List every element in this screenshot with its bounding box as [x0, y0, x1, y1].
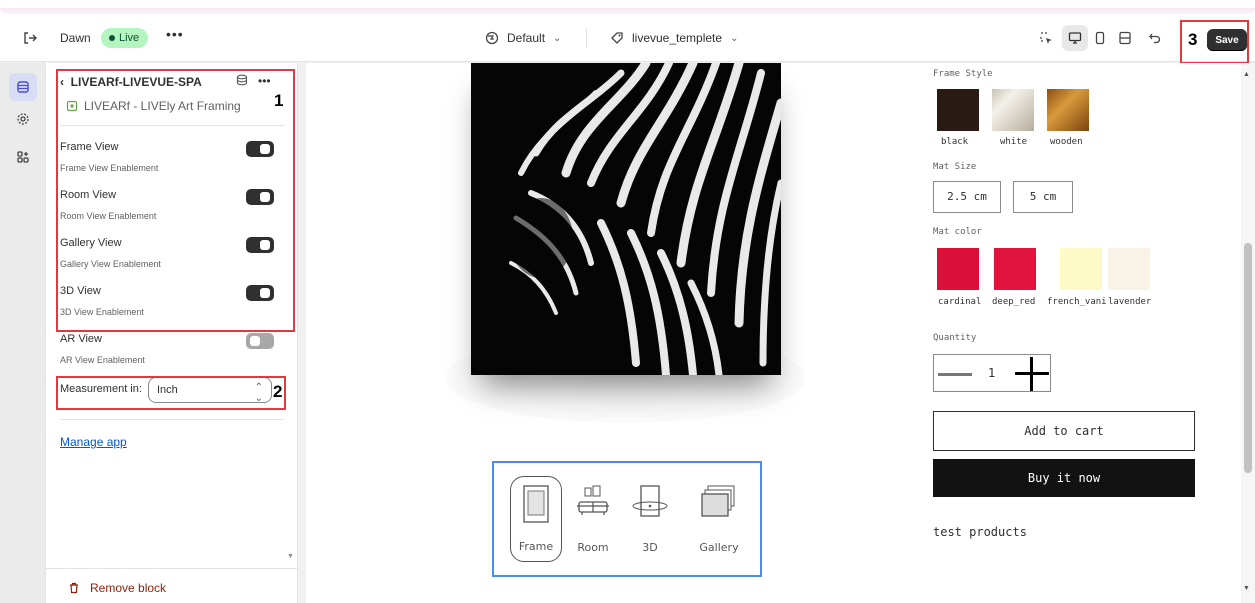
- scroll-down-icon[interactable]: ▼: [287, 553, 294, 560]
- mat-size-option[interactable]: 5 cm: [1013, 181, 1073, 213]
- add-to-cart-button[interactable]: Add to cart: [933, 411, 1195, 451]
- theme-settings-icon[interactable]: [9, 105, 37, 133]
- mat-swatch-label: lavender: [1108, 297, 1152, 307]
- mat-size-label: Mat Size: [933, 162, 977, 172]
- frame-swatch-black[interactable]: [937, 89, 979, 131]
- storefront-preview: Frame Room 3D Gallery Frame Style black …: [306, 63, 1249, 603]
- mat-swatch-label: french_vani: [1047, 297, 1107, 307]
- remove-block-button[interactable]: Remove block: [68, 581, 166, 595]
- apps-icon[interactable]: [9, 143, 37, 171]
- editor-left-rail: [0, 63, 46, 603]
- trash-icon: [70, 582, 78, 594]
- setting-ar-view: AR View AR View Enablement: [60, 333, 284, 381]
- preview-scrollbar[interactable]: ▲ ▼: [1241, 63, 1255, 603]
- ar-view-toggle[interactable]: [246, 333, 274, 349]
- chevron-down-icon: ⌄: [553, 32, 562, 44]
- quantity-stepper: 1: [933, 354, 1051, 392]
- product-artwork-image[interactable]: [471, 63, 781, 375]
- quantity-label: Quantity: [933, 333, 977, 343]
- template-selector[interactable]: livevue_templete ⌄: [610, 31, 738, 45]
- template-label: livevue_templete: [632, 31, 723, 45]
- product-description: test products: [933, 525, 1027, 539]
- annotation-box-1: [56, 69, 295, 332]
- store-name: Dawn: [60, 31, 91, 45]
- editor-topbar: Dawn Live ••• Default ⌄ livevue_templete…: [0, 14, 1255, 62]
- frame-swatch-white[interactable]: [992, 89, 1034, 131]
- view-option-room[interactable]: Room: [570, 476, 616, 562]
- mat-swatch-label: cardinal: [938, 297, 982, 307]
- mat-swatch-label: deep_red: [992, 297, 1036, 307]
- buy-now-button[interactable]: Buy it now: [933, 459, 1195, 497]
- theme-selector[interactable]: Default ⌄: [485, 31, 561, 45]
- desktop-view-icon[interactable]: [1062, 25, 1088, 51]
- mat-swatch-deep-red[interactable]: [994, 248, 1036, 290]
- tag-icon: [611, 32, 623, 44]
- product-options: Frame Style black white wooden Mat Size …: [933, 63, 1203, 603]
- frame-swatch-label: wooden: [1050, 137, 1083, 147]
- frame-style-label: Frame Style: [933, 69, 993, 79]
- annotation-number-1: 1: [274, 91, 284, 110]
- globe-icon: [485, 31, 499, 45]
- undo-icon[interactable]: [1145, 28, 1165, 48]
- top-strip: [0, 0, 1255, 14]
- annotation-number-2: 2: [273, 382, 283, 401]
- frame-swatch-label: black: [941, 137, 969, 147]
- frame-swatch-label: white: [1000, 137, 1028, 147]
- frame-swatch-wooden[interactable]: [1047, 89, 1089, 131]
- theme-label: Default: [507, 31, 546, 45]
- sections-icon[interactable]: [9, 73, 37, 101]
- gallery-view-icon: [701, 485, 735, 517]
- view-option-3d[interactable]: 3D: [628, 476, 672, 562]
- mat-color-label: Mat color: [933, 227, 982, 237]
- view-option-frame[interactable]: Frame: [510, 476, 562, 562]
- decrease-quantity-button[interactable]: [938, 373, 972, 376]
- divider: [46, 568, 298, 569]
- manage-app-link[interactable]: Manage app: [60, 435, 127, 449]
- room-view-icon: [577, 485, 609, 515]
- mat-swatch-cardinal[interactable]: [937, 248, 979, 290]
- quantity-value[interactable]: 1: [988, 366, 995, 380]
- divider: [60, 419, 284, 420]
- frame-view-icon: [523, 485, 549, 523]
- mat-swatch-french-vanilla[interactable]: [1060, 248, 1102, 290]
- scroll-down-icon[interactable]: ▼: [1243, 585, 1250, 592]
- status-badge: Live: [101, 28, 149, 48]
- mat-swatch-lavender[interactable]: [1108, 248, 1150, 290]
- full-width-view-icon[interactable]: [1115, 28, 1135, 48]
- scroll-up-icon[interactable]: ▲: [1243, 71, 1250, 78]
- increase-quantity-button[interactable]: [1015, 372, 1049, 375]
- mat-size-option[interactable]: 2.5 cm: [933, 181, 1001, 213]
- annotation-box-2: [56, 376, 286, 410]
- more-actions-button[interactable]: •••: [166, 26, 184, 42]
- annotation-number-3: 3: [1188, 30, 1198, 49]
- scrollbar-thumb[interactable]: [1244, 243, 1252, 473]
- mobile-view-icon[interactable]: [1090, 28, 1110, 48]
- chevron-down-icon: ⌄: [730, 32, 739, 44]
- exit-icon[interactable]: [22, 30, 38, 46]
- view-option-gallery[interactable]: Gallery: [690, 476, 748, 562]
- 3d-view-icon: [632, 485, 668, 517]
- divider: [586, 28, 587, 48]
- inspector-icon[interactable]: [1036, 28, 1056, 48]
- view-mode-selector: Frame Room 3D Gallery: [492, 461, 762, 577]
